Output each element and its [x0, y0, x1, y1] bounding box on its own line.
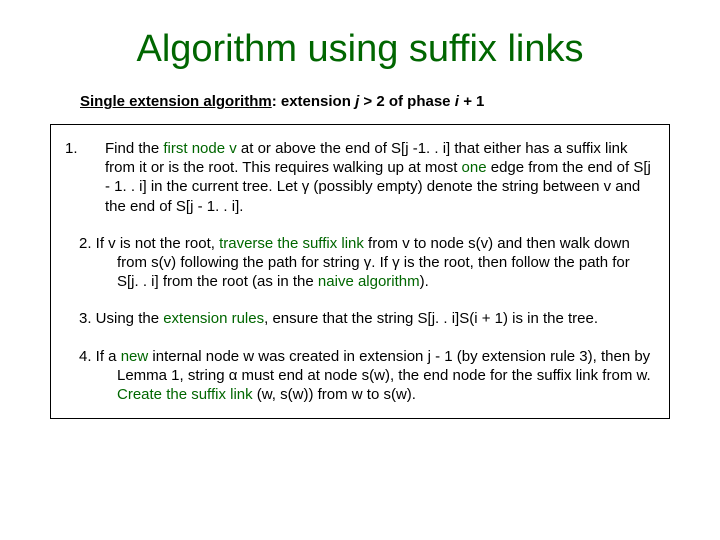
highlight-create-suffix-link: Create the suffix link — [117, 386, 253, 403]
subhead-i: i + — [455, 93, 476, 110]
subhead-one: 1 — [476, 93, 484, 110]
highlight-extension-rules: extension rules — [163, 310, 264, 327]
slide: Algorithm using suffix links Single exte… — [0, 0, 720, 540]
text: internal node w was created in extension… — [117, 348, 651, 384]
highlight-new: new — [121, 348, 149, 365]
step-4: 4. If a new internal node w was created … — [65, 347, 655, 405]
text: (w, s(w)) from w to s(w). — [253, 386, 416, 403]
subhead-sep: : extension — [272, 93, 355, 110]
subhead: Single extension algorithm: extension j … — [80, 93, 670, 110]
text: ). — [420, 273, 429, 290]
subhead-gt: > 2 of phase — [359, 93, 454, 110]
step-1-body: Find the first node v at or above the en… — [105, 139, 655, 216]
highlight-naive-algorithm: naive algorithm — [318, 273, 420, 290]
algorithm-box: 1. Find the first node v at or above the… — [50, 124, 670, 419]
step-1-number: 1. — [65, 139, 105, 216]
highlight-one: one — [462, 159, 487, 176]
slide-title: Algorithm using suffix links — [50, 28, 670, 71]
subhead-label: Single extension algorithm — [80, 93, 272, 110]
step-3: 3. Using the extension rules, ensure tha… — [65, 309, 655, 328]
text: 4. If a — [79, 348, 121, 365]
step-1: 1. Find the first node v at or above the… — [65, 139, 655, 216]
highlight-traverse-suffix-link: traverse the suffix link — [219, 235, 364, 252]
step-2: 2. If v is not the root, traverse the su… — [65, 234, 655, 292]
text: Find the — [105, 140, 163, 157]
text: 3. Using the — [79, 310, 163, 327]
highlight-first-node-v: first node v — [163, 140, 236, 157]
text: 2. If v is not the root, — [79, 235, 219, 252]
text: , ensure that the string S[j. . i]S(i + … — [264, 310, 598, 327]
